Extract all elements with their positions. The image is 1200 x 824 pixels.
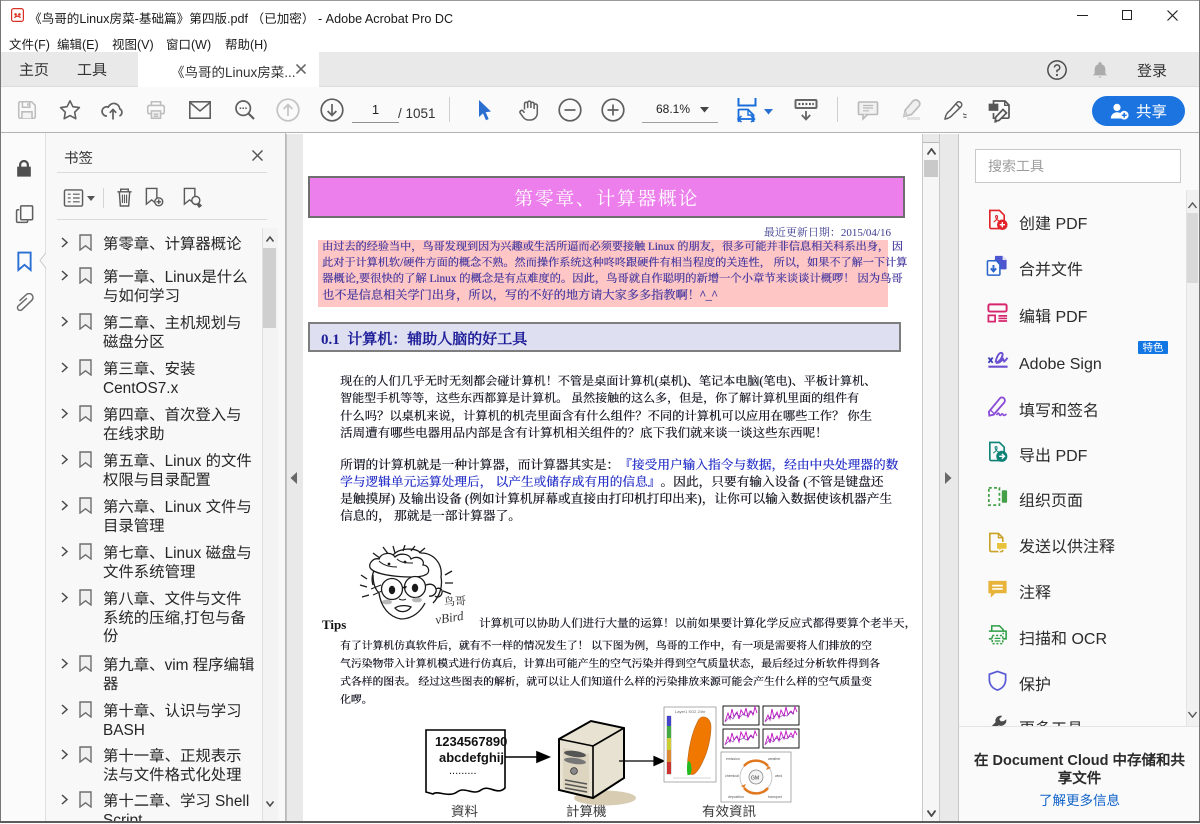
svg-text:weather: weather [768,757,781,761]
svg-text:chemical: chemical [725,774,739,778]
svg-text:Layer1 SO2 24hr: Layer1 SO2 24hr [675,709,706,714]
svg-text:.........: ......... [449,765,477,777]
svg-text:wind: wind [775,774,782,778]
svg-text:GM: GM [751,776,759,782]
svg-text:1234567890: 1234567890 [435,734,507,749]
svg-text:abcdefghij: abcdefghij [439,750,504,765]
svg-text:emission: emission [726,757,740,761]
svg-text:transport: transport [768,795,782,799]
svg-text:deposition: deposition [728,795,744,799]
